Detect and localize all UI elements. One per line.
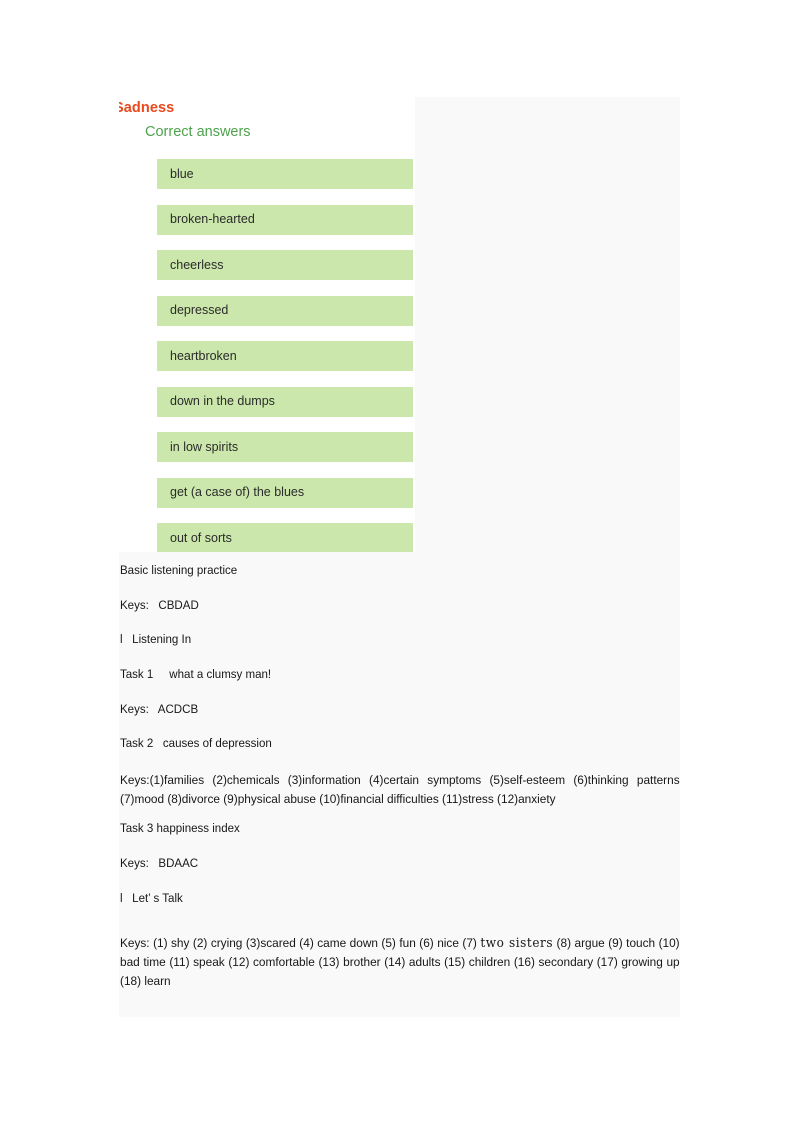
- answer-item[interactable]: blue: [157, 159, 413, 189]
- answer-label: blue: [170, 166, 194, 181]
- correct-answers-list: blue broken-hearted cheerless depressed …: [157, 159, 413, 552]
- answer-label: broken-hearted: [170, 212, 255, 227]
- answer-label: out of sorts: [170, 530, 232, 545]
- answer-label: in low spirits: [170, 439, 239, 454]
- task2-title-line: Task 2 causes of depression: [120, 736, 272, 751]
- keys-basic-line: Keys: CBDAD: [120, 597, 199, 612]
- answer-label: down in the dumps: [170, 394, 275, 409]
- document-page: Sadness Correct answers blue broken-hear…: [0, 0, 800, 1132]
- section-listening-in-heading: l Listening In: [120, 632, 192, 647]
- answer-item[interactable]: heartbroken: [157, 341, 413, 371]
- answer-label: cheerless: [170, 257, 224, 272]
- answer-item[interactable]: depressed: [157, 295, 413, 326]
- keys-task3-line: Keys: BDAAC: [120, 856, 199, 871]
- keys-task2-paragraph: Keys:(1)families (2)chemicals (3)informa…: [120, 772, 680, 806]
- correct-answers-heading: Correct answers: [145, 124, 251, 140]
- answer-item[interactable]: in low spirits: [157, 432, 413, 462]
- task1-title-line: Task 1 what a clumsy man!: [120, 666, 272, 681]
- basic-listening-practice-line: Basic listening practice: [120, 563, 238, 577]
- notes-section: Basic listening practice Keys: CBDAD l L…: [119, 563, 680, 1003]
- answer-item[interactable]: get (a case of) the blues: [157, 477, 413, 508]
- answer-item[interactable]: broken-hearted: [157, 204, 413, 235]
- answer-label: depressed: [170, 303, 229, 318]
- answer-item[interactable]: down in the dumps: [157, 386, 413, 417]
- answer-label: get (a case of) the blues: [170, 485, 305, 500]
- task3-title-line: Task 3 happiness index: [120, 821, 240, 836]
- quiz-card: Sadness Correct answers blue broken-hear…: [119, 97, 415, 552]
- answer-label: heartbroken: [170, 348, 237, 363]
- keys-task1-line: Keys: ACDCB: [120, 701, 199, 716]
- keys-lets-talk-emphasis: two sisters: [480, 934, 554, 950]
- answer-item[interactable]: cheerless: [157, 250, 413, 280]
- section-lets-talk-heading: l Let’ s Talk: [120, 890, 183, 905]
- keys-lets-talk-text-before: Keys: (1) shy (2) crying (3)scared (4) c…: [120, 935, 481, 950]
- keys-lets-talk-paragraph: Keys: (1) shy (2) crying (3)scared (4) c…: [120, 933, 680, 991]
- page-title: Sadness: [119, 100, 175, 116]
- answer-item[interactable]: out of sorts: [157, 523, 413, 552]
